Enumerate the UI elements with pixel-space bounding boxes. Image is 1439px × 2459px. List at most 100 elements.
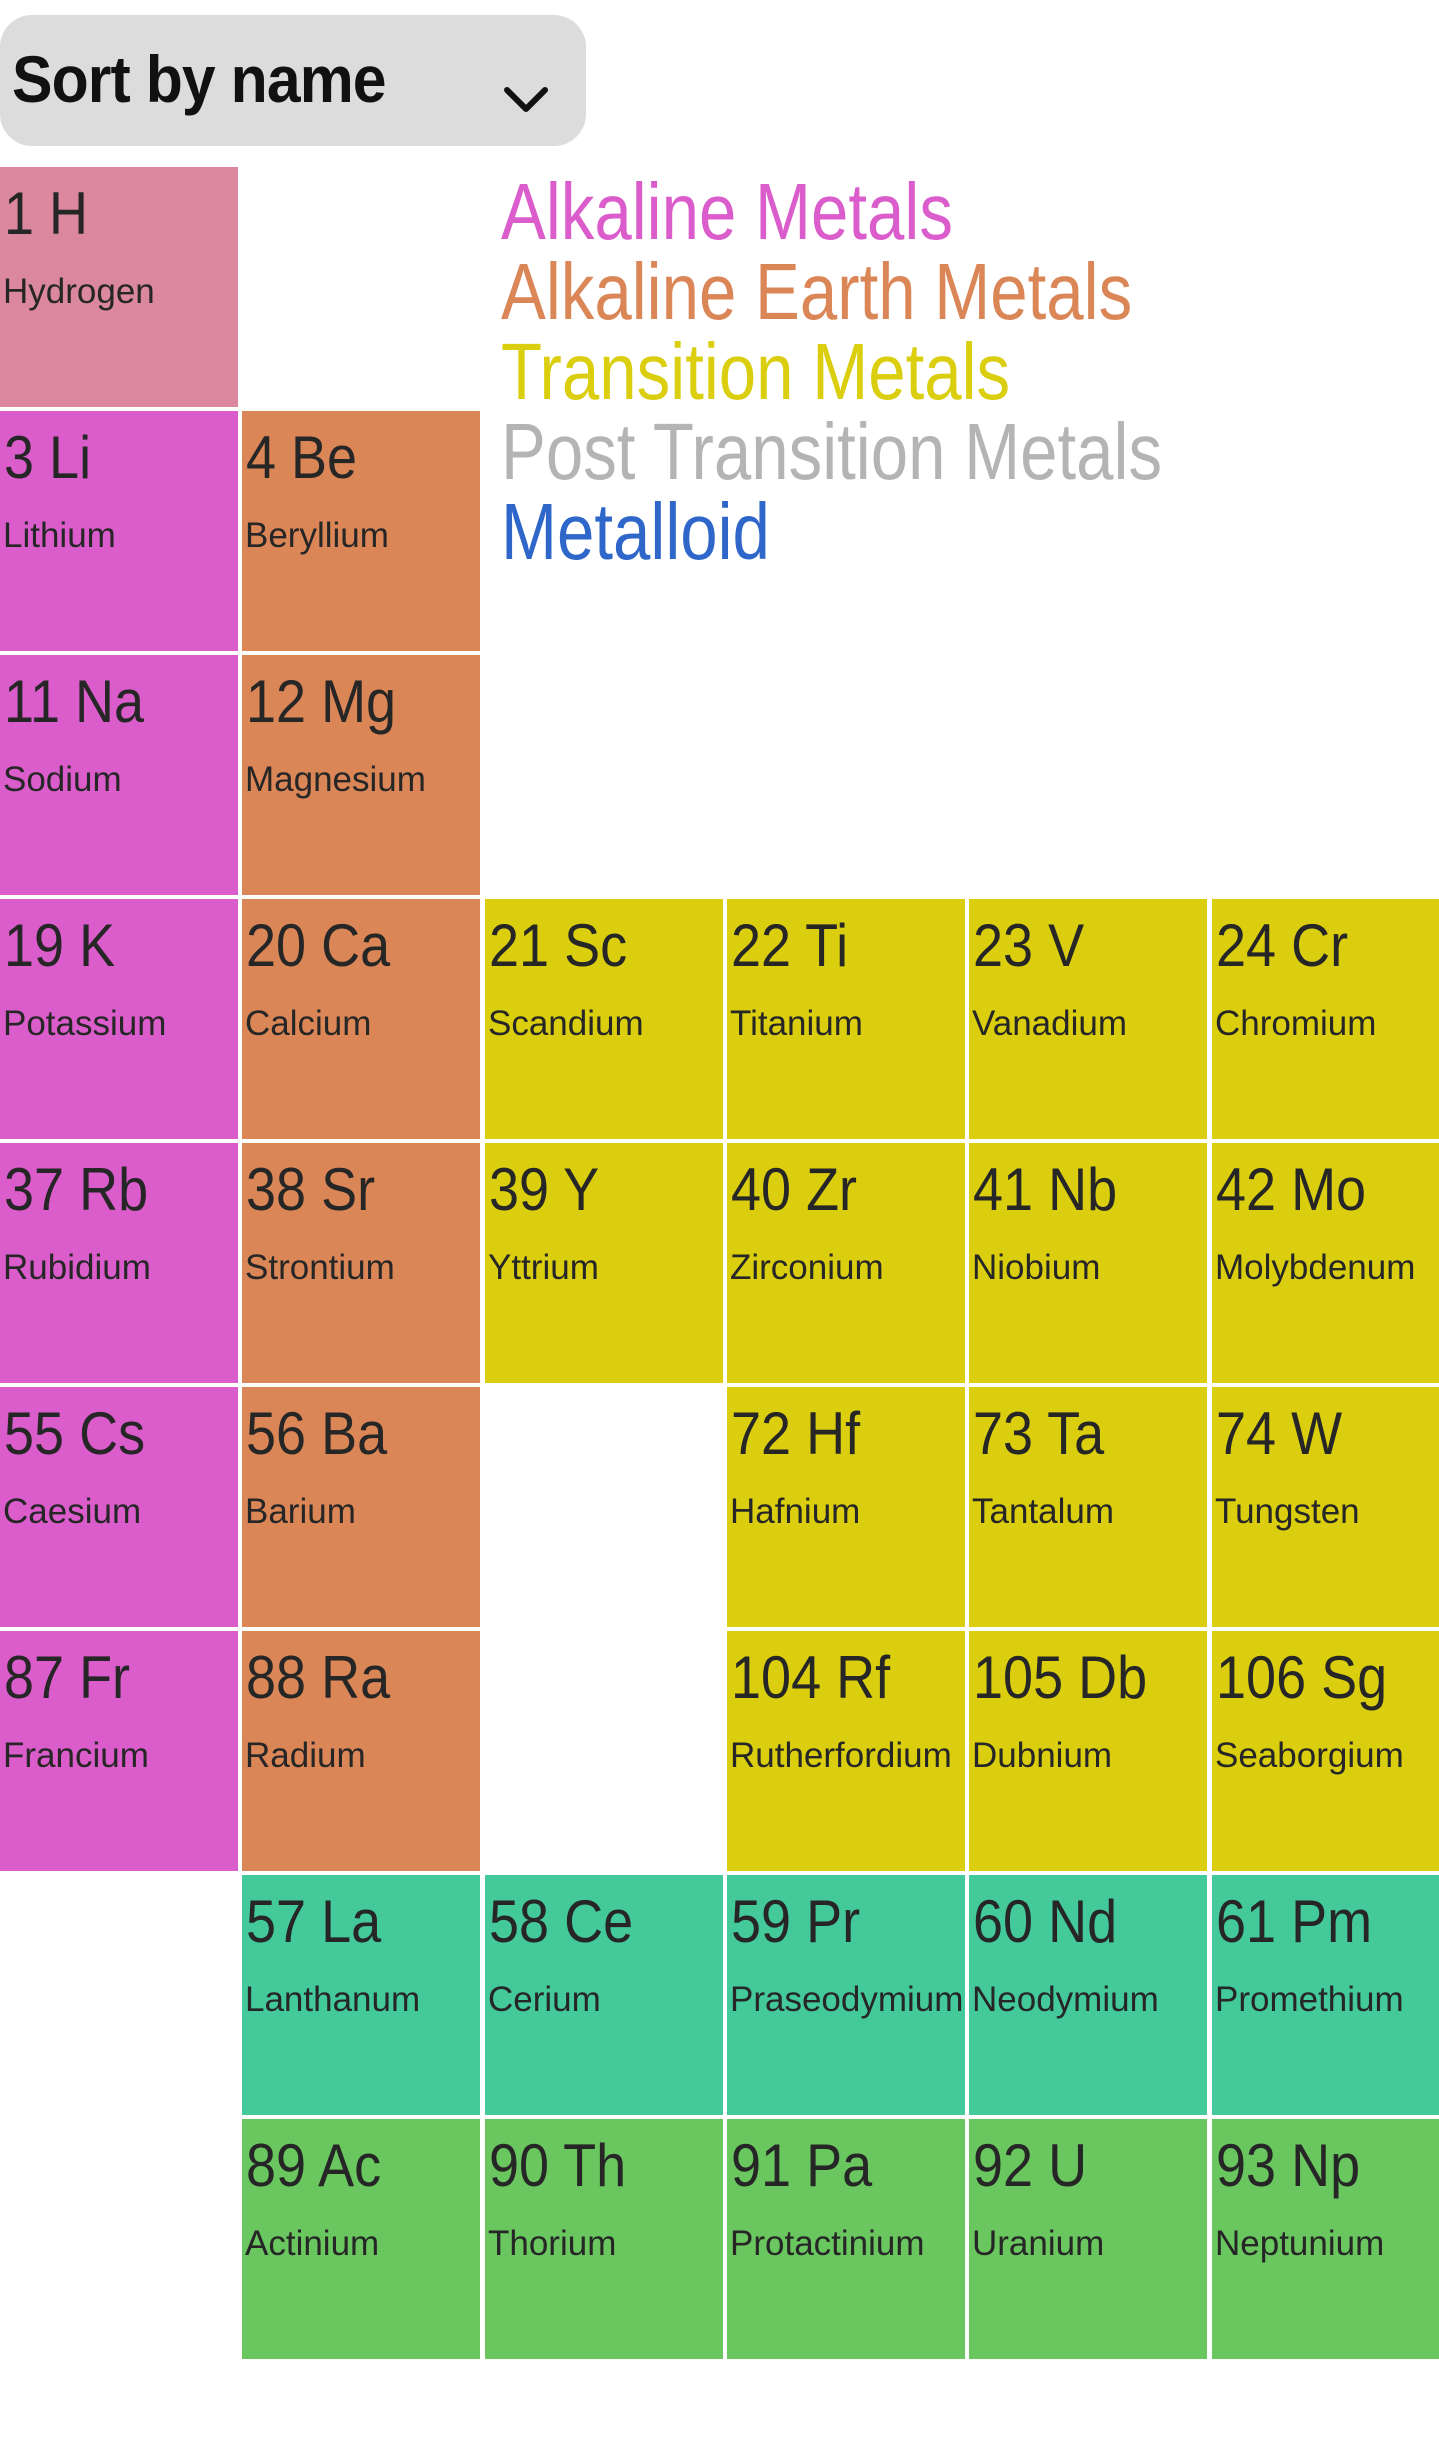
element-cell-scandium[interactable]: 21 Sc Scandium [485, 899, 723, 1139]
element-name: Promethium [1215, 1980, 1404, 2019]
element-cell-francium[interactable]: 87 Fr Francium [0, 1631, 238, 1871]
element-cell-calcium[interactable]: 20 Ca Calcium [242, 899, 480, 1139]
element-number-symbol: 105 Db [973, 1644, 1148, 1711]
element-cell-strontium[interactable]: 38 Sr Strontium [242, 1143, 480, 1383]
element-cell-beryllium[interactable]: 4 Be Beryllium [242, 411, 480, 651]
legend-alkaline-earth-metals: Alkaline Earth Metals [501, 247, 1133, 336]
element-number-symbol: 4 Be [246, 424, 358, 491]
element-cell-barium[interactable]: 56 Ba Barium [242, 1387, 480, 1627]
element-name: Chromium [1215, 1004, 1377, 1043]
element-number-symbol: 12 Mg [246, 668, 397, 735]
element-cell-potassium[interactable]: 19 K Potassium [0, 899, 238, 1139]
element-number-symbol: 87 Fr [4, 1644, 131, 1711]
element-name: Magnesium [245, 760, 426, 799]
element-name: Strontium [245, 1248, 395, 1287]
element-name: Francium [3, 1736, 149, 1775]
element-cell-molybdenum[interactable]: 42 Mo Molybdenum [1212, 1143, 1439, 1383]
element-cell-yttrium[interactable]: 39 Y Yttrium [485, 1143, 723, 1383]
element-name: Thorium [488, 2224, 617, 2263]
category-legend: Alkaline Metals Alkaline Earth Metals Tr… [501, 172, 1162, 572]
element-name: Beryllium [245, 516, 389, 555]
element-name: Vanadium [972, 1004, 1128, 1043]
element-number-symbol: 57 La [246, 1888, 382, 1955]
element-number-symbol: 23 V [973, 912, 1085, 979]
element-number-symbol: 1 H [4, 180, 89, 247]
element-number-symbol: 74 W [1216, 1400, 1343, 1467]
element-name: Neodymium [972, 1980, 1159, 2019]
element-number-symbol: 106 Sg [1216, 1644, 1388, 1711]
element-cell-tantalum[interactable]: 73 Ta Tantalum [969, 1387, 1207, 1627]
element-cell-seaborgium[interactable]: 106 Sg Seaborgium [1212, 1631, 1439, 1871]
element-name: Uranium [972, 2224, 1105, 2263]
element-number-symbol: 19 K [4, 912, 116, 979]
element-cell-dubnium[interactable]: 105 Db Dubnium [969, 1631, 1207, 1871]
element-number-symbol: 60 Nd [973, 1888, 1118, 1955]
element-number-symbol: 24 Cr [1216, 912, 1349, 979]
chevron-down-icon [504, 87, 548, 112]
element-name: Tantalum [972, 1492, 1115, 1531]
element-cell-rutherfordium[interactable]: 104 Rf Rutherfordium [727, 1631, 965, 1871]
element-name: Praseodymium [730, 1980, 964, 2019]
element-name: Neptunium [1215, 2224, 1385, 2263]
element-number-symbol: 72 Hf [731, 1400, 861, 1467]
element-cell-chromium[interactable]: 24 Cr Chromium [1212, 899, 1439, 1139]
element-number-symbol: 104 Rf [731, 1644, 891, 1711]
element-cell-actinium[interactable]: 89 Ac Actinium [242, 2119, 480, 2359]
legend-metalloid: Metalloid [501, 487, 770, 576]
element-cell-lithium[interactable]: 3 Li Lithium [0, 411, 238, 651]
element-name: Rubidium [3, 1248, 151, 1287]
element-cell-niobium[interactable]: 41 Nb Niobium [969, 1143, 1207, 1383]
element-number-symbol: 11 Na [4, 668, 145, 735]
element-cell-magnesium[interactable]: 12 Mg Magnesium [242, 655, 480, 895]
element-cell-thorium[interactable]: 90 Th Thorium [485, 2119, 723, 2359]
element-cell-vanadium[interactable]: 23 V Vanadium [969, 899, 1207, 1139]
element-cell-praseodymium[interactable]: 59 Pr Praseodymium [727, 1875, 965, 2115]
element-name: Zirconium [730, 1248, 884, 1287]
element-name: Rutherfordium [730, 1736, 952, 1775]
element-number-symbol: 37 Rb [4, 1156, 149, 1223]
element-number-symbol: 73 Ta [973, 1400, 1105, 1467]
element-cell-hafnium[interactable]: 72 Hf Hafnium [727, 1387, 965, 1627]
element-number-symbol: 58 Ce [489, 1888, 634, 1955]
element-cell-radium[interactable]: 88 Ra Radium [242, 1631, 480, 1871]
element-number-symbol: 93 Np [1216, 2132, 1361, 2199]
element-name: Yttrium [488, 1248, 599, 1287]
sort-dropdown-label: Sort by name [12, 42, 387, 116]
element-cell-cerium[interactable]: 58 Ce Cerium [485, 1875, 723, 2115]
element-cell-neptunium[interactable]: 93 Np Neptunium [1212, 2119, 1439, 2359]
element-cell-rubidium[interactable]: 37 Rb Rubidium [0, 1143, 238, 1383]
element-number-symbol: 56 Ba [246, 1400, 388, 1467]
element-cell-sodium[interactable]: 11 Na Sodium [0, 655, 238, 895]
element-number-symbol: 92 U [973, 2132, 1088, 2199]
legend-post-transition-metals: Post Transition Metals [501, 407, 1163, 496]
element-name: Lithium [3, 516, 116, 555]
element-number-symbol: 21 Sc [489, 912, 628, 979]
element-cell-protactinium[interactable]: 91 Pa Protactinium [727, 2119, 965, 2359]
element-cell-neodymium[interactable]: 60 Nd Neodymium [969, 1875, 1207, 2115]
sort-dropdown[interactable]: Sort by name [0, 15, 586, 146]
element-cell-hydrogen[interactable]: 1 H Hydrogen [0, 167, 238, 407]
element-name: Hafnium [730, 1492, 861, 1531]
element-number-symbol: 40 Zr [731, 1156, 858, 1223]
element-number-symbol: 39 Y [489, 1156, 600, 1223]
element-name: Radium [245, 1736, 366, 1775]
element-cell-lanthanum[interactable]: 57 La Lanthanum [242, 1875, 480, 2115]
element-number-symbol: 3 Li [4, 424, 92, 491]
element-cell-uranium[interactable]: 92 U Uranium [969, 2119, 1207, 2359]
element-number-symbol: 55 Cs [4, 1400, 146, 1467]
element-name: Caesium [3, 1492, 142, 1531]
element-name: Molybdenum [1215, 1248, 1416, 1287]
element-number-symbol: 41 Nb [973, 1156, 1118, 1223]
legend-alkaline-metals: Alkaline Metals [501, 167, 953, 256]
element-cell-promethium[interactable]: 61 Pm Promethium [1212, 1875, 1439, 2115]
element-cell-zirconium[interactable]: 40 Zr Zirconium [727, 1143, 965, 1383]
element-cell-tungsten[interactable]: 74 W Tungsten [1212, 1387, 1439, 1627]
element-name: Scandium [488, 1004, 644, 1043]
element-cell-titanium[interactable]: 22 Ti Titanium [727, 899, 965, 1139]
element-number-symbol: 61 Pm [1216, 1888, 1373, 1955]
element-number-symbol: 59 Pr [731, 1888, 861, 1955]
element-number-symbol: 22 Ti [731, 912, 849, 979]
element-cell-caesium[interactable]: 55 Cs Caesium [0, 1387, 238, 1627]
element-number-symbol: 90 Th [489, 2132, 627, 2199]
element-name: Actinium [245, 2224, 380, 2263]
